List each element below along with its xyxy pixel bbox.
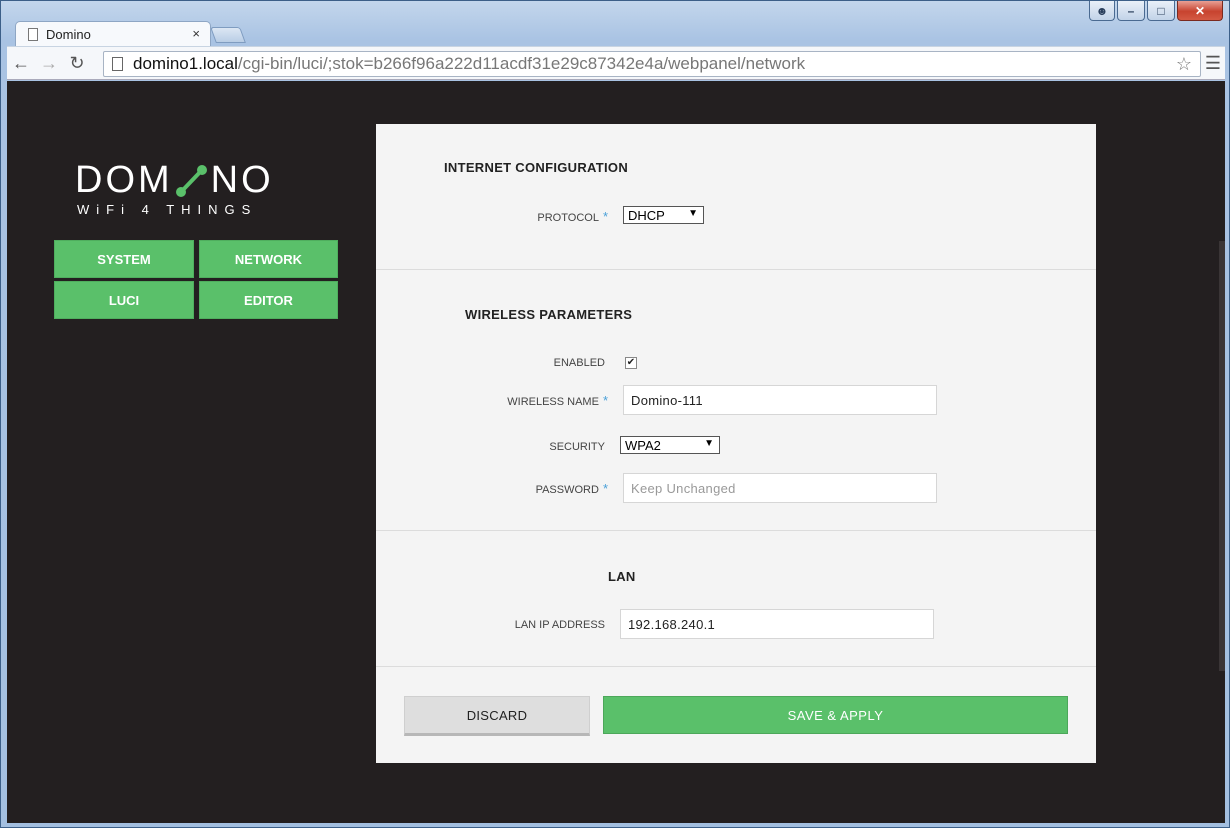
close-icon[interactable]: ✕ — [1177, 1, 1223, 21]
browser-tab[interactable]: Domino × — [15, 21, 211, 47]
reload-icon[interactable]: ↻ — [63, 49, 91, 77]
lan-section: LAN LAN IP ADDRESS 192.168.240.1 — [376, 531, 1096, 667]
forward-icon[interactable]: → — [35, 49, 63, 77]
wireless-title: WIRELESS PARAMETERS — [465, 307, 633, 322]
page-scrollbar[interactable] — [1219, 81, 1225, 823]
internet-title: INTERNET CONFIGURATION — [444, 160, 629, 175]
minimize-icon[interactable]: – — [1117, 1, 1145, 21]
page-icon — [28, 28, 38, 41]
browser-toolbar: ← → ↻ domino1.local/cgi-bin/luci/;stok=b… — [7, 46, 1225, 80]
security-select[interactable]: WPA2 ▼ — [620, 436, 720, 454]
menu-system-button[interactable]: SYSTEM — [54, 240, 194, 278]
logo-wordmark: DOM NO — [75, 159, 325, 202]
protocol-label: PROTOCOL * — [537, 209, 608, 224]
scrollbar-thumb[interactable] — [1219, 241, 1225, 671]
checkmark-icon: ✔ — [626, 357, 636, 368]
tab-title: Domino — [46, 27, 91, 42]
password-input[interactable]: Keep Unchanged — [623, 473, 937, 503]
enabled-checkbox[interactable]: ✔ — [625, 357, 637, 369]
url-path: /cgi-bin/luci/;stok=b266f96a222d11acdf31… — [237, 54, 806, 73]
new-tab-button[interactable] — [210, 27, 246, 43]
wireless-section: WIRELESS PARAMETERS ENABLED ✔ WIRELESS N… — [376, 270, 1096, 531]
settings-panel: INTERNET CONFIGURATION PROTOCOL * DHCP ▼ … — [376, 124, 1096, 763]
address-bar[interactable]: domino1.local/cgi-bin/luci/;stok=b266f96… — [103, 51, 1201, 77]
window-controls: ☻ – □ ✕ — [1089, 1, 1223, 21]
wireless-name-input[interactable]: Domino-111 — [623, 385, 937, 415]
password-label: PASSWORD * — [535, 481, 608, 496]
bookmark-star-icon[interactable]: ☆ — [1176, 54, 1192, 75]
menu-network-button[interactable]: NETWORK — [199, 240, 338, 278]
url-host: domino1.local — [133, 54, 238, 73]
logo-link-icon — [175, 163, 209, 199]
back-icon[interactable]: ← — [7, 49, 35, 77]
chevron-down-icon: ▼ — [704, 438, 714, 449]
sidebar-menu: SYSTEM NETWORK LUCI EDITOR — [54, 240, 338, 319]
browser-menu-icon[interactable]: ☰ — [1205, 53, 1221, 74]
browser-window: ☻ – □ ✕ Domino × ← → ↻ domino1.local/cgi… — [0, 0, 1230, 828]
lan-title: LAN — [608, 569, 636, 584]
discard-button[interactable]: DISCARD — [404, 696, 590, 736]
user-icon[interactable]: ☻ — [1089, 1, 1115, 21]
lan-ip-input[interactable]: 192.168.240.1 — [620, 609, 934, 639]
menu-luci-button[interactable]: LUCI — [54, 281, 194, 319]
logo-tagline: WiFi 4 THINGS — [77, 202, 258, 217]
protocol-select[interactable]: DHCP ▼ — [623, 206, 704, 224]
page-info-icon[interactable] — [112, 57, 123, 71]
enabled-label: ENABLED — [553, 357, 605, 369]
page-viewport: DOM NO WiFi 4 THINGS SYSTEM NETWORK LUCI… — [7, 81, 1225, 823]
menu-editor-button[interactable]: EDITOR — [199, 281, 338, 319]
security-value: WPA2 — [625, 437, 661, 453]
protocol-value: DHCP — [628, 207, 665, 223]
tab-close-icon[interactable]: × — [192, 26, 200, 41]
lan-ip-label: LAN IP ADDRESS — [514, 619, 605, 631]
security-label: SECURITY — [549, 441, 605, 453]
domino-logo: DOM NO WiFi 4 THINGS — [75, 159, 325, 217]
chevron-down-icon: ▼ — [688, 208, 698, 219]
save-apply-button[interactable]: SAVE & APPLY — [603, 696, 1068, 734]
maximize-icon[interactable]: □ — [1147, 1, 1175, 21]
internet-section: INTERNET CONFIGURATION PROTOCOL * DHCP ▼ — [376, 124, 1096, 270]
wireless-name-label: WIRELESS NAME * — [507, 393, 608, 408]
logo-word-left: DOM — [75, 159, 173, 201]
logo-word-right: NO — [210, 159, 274, 201]
